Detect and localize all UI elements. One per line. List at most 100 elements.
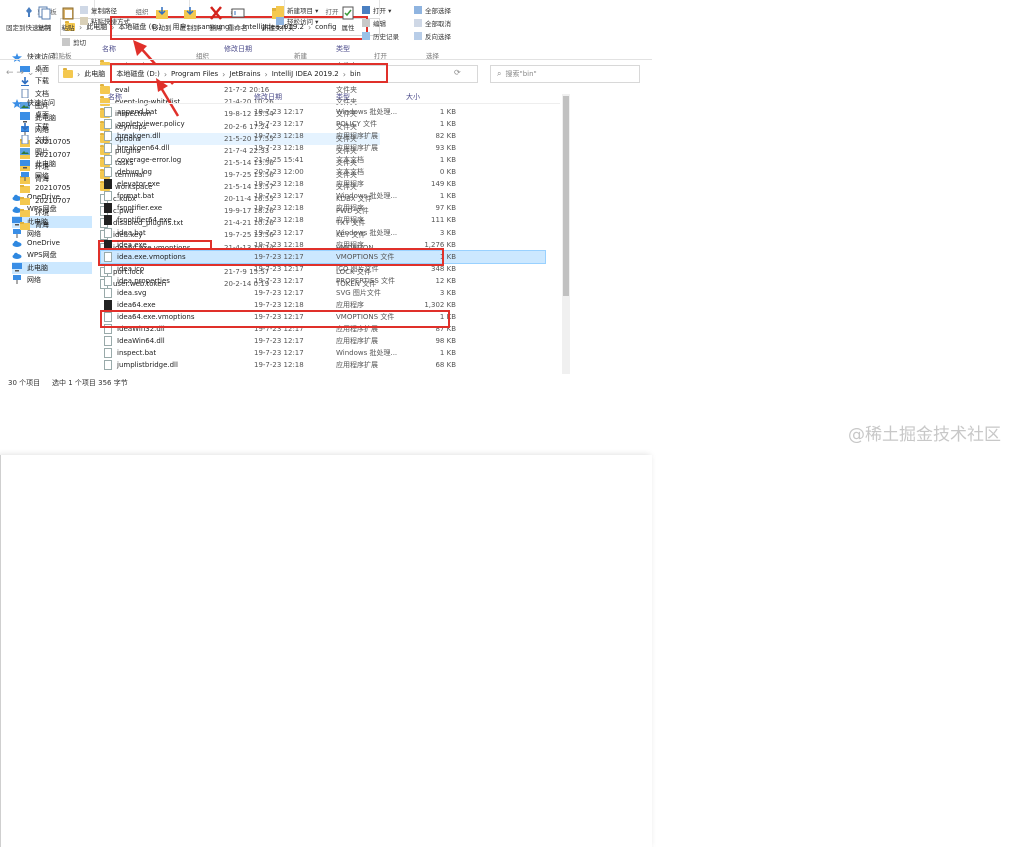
column-header-name[interactable]: 名称 [108,92,122,102]
nav-item-label: OneDrive [27,239,60,248]
file-name: breakgen.dll [117,132,161,141]
file-row[interactable]: appletviewer.policy 19-7-23 12:17 POLICY 文… [104,118,554,130]
nav-item[interactable]: 文档 [20,134,49,146]
column-header-size[interactable]: 大小 [406,92,420,102]
column-header-type[interactable]: 类型 [336,44,350,54]
nav-item-label: 快速访问 [27,53,55,61]
file-date: 20-7-23 12:00 [254,168,304,177]
column-header-name[interactable]: 名称 [102,44,116,54]
file-row[interactable]: format.bat 19-7-23 12:17 Windows 批处理... 1 K… [104,190,554,202]
vertical-scrollbar[interactable] [562,94,570,374]
document-icon [21,135,29,145]
refresh-icon[interactable]: ⟳ [454,68,461,77]
edit-button[interactable]: 编辑 [362,18,386,28]
delete-icon [210,6,222,20]
nav-item-label: 网络 [35,172,49,181]
copy-to-icon [183,7,196,19]
new-item-button[interactable]: 新建项目 ▾ [276,5,318,15]
open-button[interactable]: 打开 ▾ [362,5,391,15]
navigation-arrows[interactable]: ← → ⌄ ↑ [6,68,45,78]
file-date: 19-7-23 12:17 [254,288,304,297]
pin-icon [25,7,32,17]
file-row[interactable]: idea.svg 19-7-23 12:17 SVG 图片文件 3 KB [104,287,554,299]
back-arrow-icon[interactable]: ← [6,68,14,78]
search-box[interactable]: ⌕ 搜索"bin" [490,65,640,83]
nav-item[interactable]: 下载 [20,121,49,133]
file-size: 1 KB [439,156,456,165]
nav-item[interactable]: 环境 [20,207,49,219]
file-row[interactable]: idea.properties 19-7-23 12:17 PROPERTIES 文… [104,275,554,287]
file-icon [104,227,112,238]
nav-item[interactable]: 快速访问 [12,51,55,63]
nav-item[interactable]: 网络 [20,170,49,182]
file-type: 应用程序扩展 [336,132,378,141]
history-button[interactable]: 历史记录 [362,31,399,41]
cut-button[interactable]: 剪切 [62,37,86,47]
properties-button[interactable]: 属性 [340,6,356,32]
scrollbar-thumb[interactable] [563,96,569,296]
column-header-type[interactable]: 类型 [336,92,350,102]
file-icon [104,119,112,130]
select-all-button[interactable]: 全部选择 [414,5,451,15]
nav-item[interactable]: OneDrive [12,237,60,249]
copy-to-button[interactable]: 复制到 [180,6,200,32]
status-selection: 选中 1 个项目 356 字节 [52,379,128,387]
easy-access-button[interactable]: 轻松访问 ▾ [276,16,318,26]
file-row[interactable]: coverage-error.log 21-4-25 15:41 文本文档 1 KB [104,154,554,166]
file-date: 19-7-23 12:18 [254,361,304,370]
copy-path-label: 复制路径 [91,7,117,15]
nav-item[interactable]: 网络 [12,274,41,286]
invert-selection-button[interactable]: 反向选择 [414,31,451,41]
nav-item[interactable]: 此电脑 [20,158,56,170]
network-icon [13,275,21,285]
nav-item[interactable]: 此电脑 [12,261,92,274]
paste-button[interactable]: 粘贴 [60,6,76,32]
copy-to-label: 复制到 [180,24,200,32]
move-to-button[interactable]: 移动到 [152,6,172,32]
app-icon [104,215,112,226]
dropdown-icon[interactable]: ⌄ [27,68,35,78]
cloud-icon [12,240,22,247]
file-icon [104,360,112,371]
column-header-date[interactable]: 修改日期 [254,92,282,102]
nav-item[interactable]: 图片 [20,146,49,158]
copy-label: 复制 [37,24,51,32]
nav-item[interactable]: 20210705 [20,182,71,194]
file-row[interactable]: inspect.bat 19-7-23 12:17 Windows 批处理... 1 … [104,347,554,359]
up-arrow-icon[interactable]: ↑ [37,68,45,78]
file-name: idea.bat [117,228,146,237]
nav-item-label: 环境 [35,208,49,217]
file-row[interactable]: elevator.exe 19-7-23 12:18 应用程序 149 KB [104,178,554,190]
file-type: 应用程序 [336,216,364,225]
column-header-date[interactable]: 修改日期 [224,44,252,54]
open-icon [362,6,370,14]
file-row[interactable]: idea.bat 19-7-23 12:17 Windows 批处理... 3 KB [104,227,554,239]
nav-item[interactable]: 20210707 [20,195,71,207]
delete-button[interactable]: 删除 [208,6,224,32]
paste-shortcut-button[interactable]: 粘贴快捷方式 [80,16,130,26]
select-none-button[interactable]: 全部取消 [414,18,451,28]
nav-item[interactable]: 青海 [20,219,49,231]
nav-item-label: 此电脑 [27,263,48,272]
copy-button[interactable]: 复制 [36,6,52,32]
file-row[interactable]: jumplistbridge.dll 19-7-23 12:18 应用程序扩展 68 … [104,359,554,371]
nav-item-label: 图片 [35,147,49,156]
nav-item[interactable]: WPS网盘 [12,249,57,261]
file-icon [104,167,112,178]
file-row[interactable]: idea64.exe 19-7-23 12:18 应用程序 1,302 KB [104,299,554,311]
file-row[interactable]: breakgen.dll 19-7-23 12:18 应用程序扩展 82 KB [104,130,554,142]
file-row[interactable]: debug.log 20-7-23 12:00 文本文档 0 KB [104,166,554,178]
file-row[interactable]: append.bat 19-7-23 12:17 Windows 批处理... 1 K… [104,106,554,118]
file-row[interactable]: IdeaWin64.dll 19-7-23 12:17 应用程序扩展 98 KB [104,335,554,347]
file-row[interactable]: fsnotifier.exe 19-7-23 12:18 应用程序 97 KB [104,202,554,214]
file-row[interactable]: breakgen64.dll 19-7-23 12:18 应用程序扩展 93 KB [104,142,554,154]
nav-item-label: 下载 [35,123,49,132]
rename-button[interactable]: 重命名 [228,6,248,32]
breadcrumb-segment[interactable]: 此电脑 [80,69,109,79]
file-row[interactable]: fsnotifier64.exe 19-7-23 12:18 应用程序 111 KB [104,214,554,226]
forward-arrow-icon[interactable]: → [16,68,24,78]
copy-path-button[interactable]: 复制路径 [80,5,117,15]
file-size: 98 KB [435,336,456,345]
nav-item[interactable]: 快速访问 [12,97,55,109]
nav-item[interactable]: 桌面 [20,109,49,121]
